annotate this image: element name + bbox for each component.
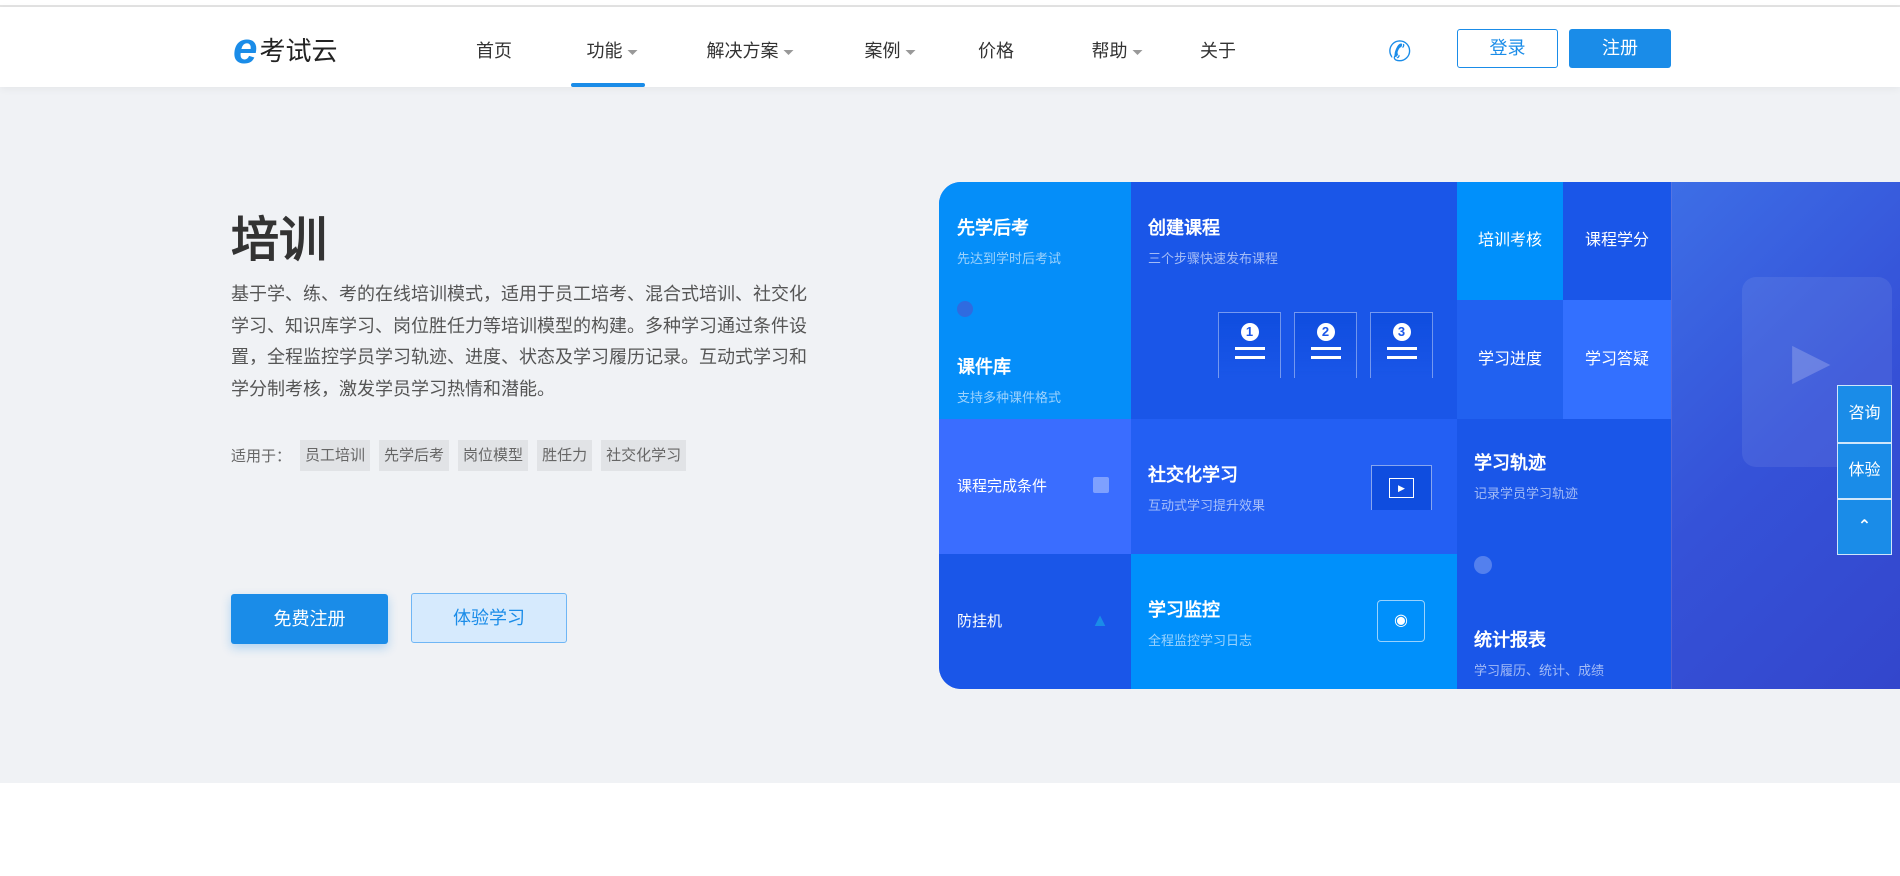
cell-subtitle: 学习履历、统计、成绩: [1474, 663, 1605, 678]
tag: 社交化学习: [601, 440, 687, 471]
caret-down-icon: [783, 49, 794, 55]
nav-solutions[interactable]: 解决方案: [707, 37, 794, 63]
tag: 胜任力: [537, 440, 593, 471]
eye-scan-icon: ◉: [1377, 600, 1425, 642]
hero-description: 基于学、练、考的在线培训模式，适用于员工培考、混合式培训、社交化学习、知识库学习…: [231, 284, 807, 399]
cell-completion-conditions[interactable]: 课程完成条件: [939, 419, 1131, 554]
cell-learn-then-exam[interactable]: 先学后考 先达到学时后考试 课件库 支持多种课件格式: [939, 182, 1131, 419]
header: e 考试云 首页 功能 解决方案 案例 价格 帮助 关于 ✆ 登录 注册: [0, 7, 1900, 87]
logo-text: 考试云: [259, 35, 338, 66]
cell-training-exam[interactable]: 培训考核: [1457, 182, 1563, 300]
chevron-up-icon: ⌃: [1857, 518, 1872, 535]
applicable-tags: 适用于： 员工培训 先学后考 岗位模型 胜任力 社交化学习: [231, 440, 687, 471]
nav-label: 价格: [978, 41, 1014, 61]
caret-down-icon: [905, 49, 916, 55]
nav-label: 功能: [586, 41, 623, 61]
register-button[interactable]: 注册: [1569, 29, 1671, 68]
cell-title: 创建课程: [1148, 218, 1220, 238]
tag: 岗位模型: [458, 440, 529, 471]
warning-icon: ▲: [1091, 610, 1109, 630]
nav-label: 解决方案: [706, 41, 779, 61]
phone-icon[interactable]: ✆: [1388, 35, 1411, 68]
nav-about[interactable]: 关于: [1200, 37, 1236, 63]
cell-course-credit[interactable]: 课程学分: [1563, 182, 1671, 300]
cell-social-learning[interactable]: 社交化学习 互动式学习提升效果 ▶: [1131, 419, 1457, 554]
page-title: 培训: [231, 214, 328, 267]
trial-button[interactable]: 体验: [1837, 443, 1892, 499]
tag: 员工培训: [300, 440, 371, 471]
cell-label: 学习进度: [1477, 351, 1542, 368]
tag: 先学后考: [379, 440, 450, 471]
nav-home[interactable]: 首页: [476, 37, 512, 63]
cell-title: 学习轨迹: [1474, 453, 1546, 473]
step-number: 1: [1240, 323, 1259, 341]
cell-create-course[interactable]: 创建课程 三个步骤快速发布课程 1 2 3: [1131, 182, 1457, 419]
cell-label: 课程完成条件: [957, 478, 1048, 495]
nav-cases[interactable]: 案例: [865, 37, 916, 63]
try-learning-button[interactable]: 体验学习: [411, 593, 567, 643]
caret-down-icon: [1132, 49, 1143, 55]
nav-label: 帮助: [1091, 41, 1128, 61]
active-nav-indicator: [571, 83, 645, 87]
pie-chart-icon: [1474, 556, 1492, 574]
cell-subtitle: 三个步骤快速发布课程: [1148, 251, 1279, 266]
cell-progress[interactable]: 学习进度: [1457, 300, 1563, 419]
cell-title: 统计报表: [1474, 630, 1546, 650]
checklist-icon: [1093, 477, 1109, 493]
caret-down-icon: [627, 49, 638, 55]
cell-subtitle: 先达到学时后考试: [957, 251, 1062, 266]
cell-subtitle: 支持多种课件格式: [957, 390, 1062, 405]
top-border: [0, 0, 1900, 7]
step-2: 2: [1294, 312, 1357, 378]
video-play-icon: ▶: [1371, 465, 1432, 510]
cell-anti-idle[interactable]: 防挂机 ▲: [939, 554, 1131, 689]
cell-label: 培训考核: [1477, 232, 1542, 249]
cell-learning-track[interactable]: 学习轨迹 记录学员学习轨迹 统计报表 学习履历、统计、成绩: [1457, 419, 1671, 689]
cell-title: 先学后考: [957, 218, 1029, 238]
dot-icon: [957, 301, 973, 317]
nav-label: 案例: [864, 41, 901, 61]
step-number: 3: [1392, 323, 1411, 341]
back-to-top-button[interactable]: ⌃: [1837, 499, 1892, 555]
cell-subtitle: 记录学员学习轨迹: [1474, 486, 1579, 501]
nav-pricing[interactable]: 价格: [978, 37, 1014, 63]
nav-label: 关于: [1200, 41, 1236, 61]
step-number: 2: [1316, 323, 1335, 341]
cell-label: 学习答疑: [1584, 351, 1649, 368]
cell-label: 课程学分: [1584, 232, 1649, 249]
feature-grid: 先学后考 先达到学时后考试 课件库 支持多种课件格式 创建课程 三个步骤快速发布…: [939, 182, 1900, 689]
cell-qa[interactable]: 学习答疑: [1563, 300, 1671, 419]
play-icon: ▶: [1792, 333, 1831, 389]
step-3: 3: [1370, 312, 1433, 378]
consult-button[interactable]: 咨询: [1837, 385, 1892, 443]
nav-features[interactable]: 功能: [587, 37, 638, 63]
step-1: 1: [1218, 312, 1281, 378]
logo-mark: e: [233, 24, 258, 73]
cell-title: 课件库: [957, 357, 1011, 377]
apply-label: 适用于：: [231, 448, 292, 465]
logo[interactable]: e 考试云: [233, 24, 338, 73]
nav-help[interactable]: 帮助: [1092, 37, 1143, 63]
nav-label: 首页: [476, 41, 512, 61]
login-button[interactable]: 登录: [1457, 29, 1558, 68]
free-register-button[interactable]: 免费注册: [231, 594, 388, 644]
cell-label: 防挂机: [957, 613, 1003, 630]
cell-monitoring[interactable]: 学习监控 全程监控学习日志 ◉: [1131, 554, 1457, 689]
